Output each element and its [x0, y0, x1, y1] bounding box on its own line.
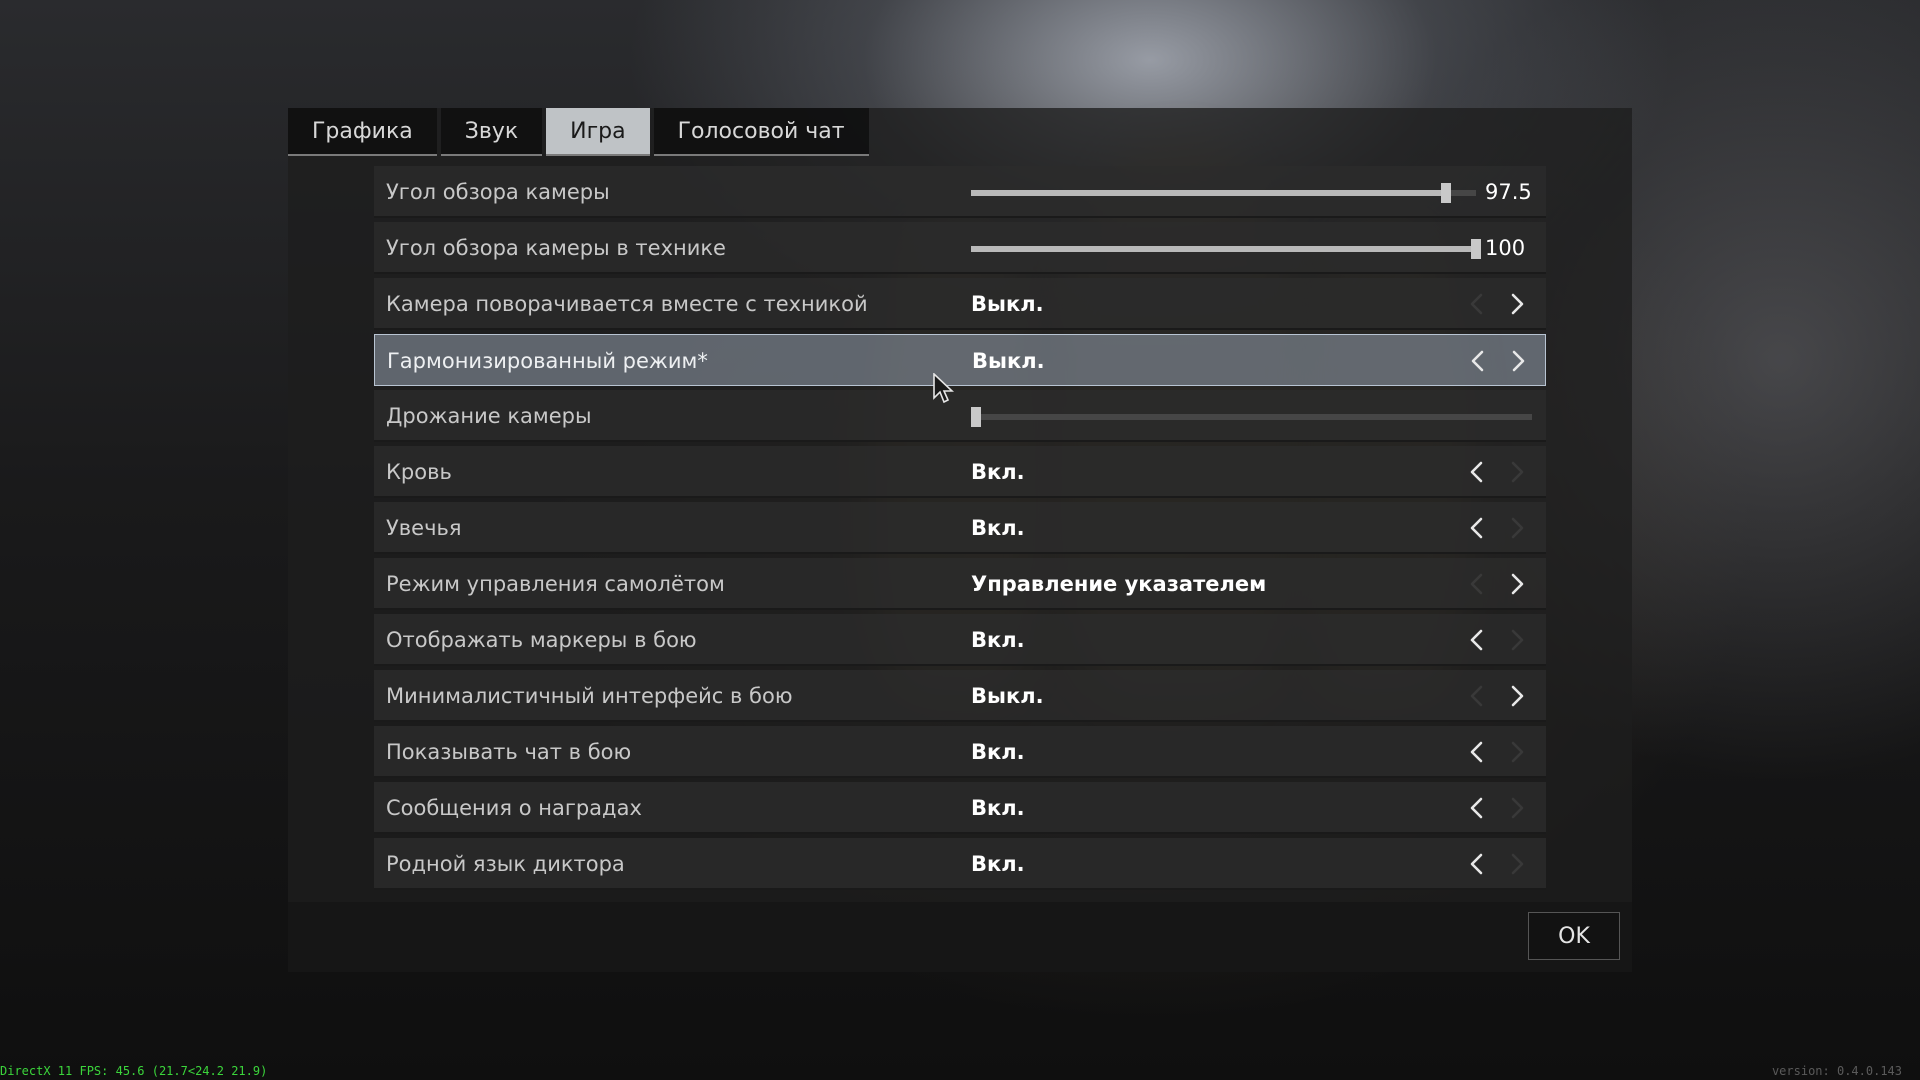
- setting-row[interactable]: Показывать чат в бою Вкл.: [374, 726, 1546, 778]
- setting-label: Сообщения о наградах: [386, 796, 642, 820]
- setting-label: Угол обзора камеры: [386, 180, 610, 204]
- chevron-right-icon[interactable]: [1504, 739, 1530, 765]
- tab-1[interactable]: Звук: [440, 108, 543, 156]
- chevron-right-icon[interactable]: [1504, 291, 1530, 317]
- setting-value: Вкл.: [971, 516, 1025, 540]
- chevron-left-icon[interactable]: [1464, 683, 1490, 709]
- setting-row[interactable]: Гармонизированный режим* Выкл.: [374, 334, 1546, 386]
- fps-counter: DirectX 11 FPS: 45.6 (21.7<24.2 21.9): [0, 1064, 268, 1078]
- chevron-right-icon[interactable]: [1504, 627, 1530, 653]
- setting-value: Вкл.: [971, 460, 1025, 484]
- slider-thumb[interactable]: [1471, 239, 1481, 259]
- setting-value: Выкл.: [971, 684, 1044, 708]
- chevron-right-icon[interactable]: [1504, 515, 1530, 541]
- slider-fill: [971, 246, 1476, 252]
- setting-label: Показывать чат в бою: [386, 740, 632, 764]
- chevron-left-icon[interactable]: [1464, 571, 1490, 597]
- setting-label: Увечья: [386, 516, 462, 540]
- setting-row[interactable]: Угол обзора камеры в технике 100: [374, 222, 1546, 274]
- setting-value: Вкл.: [971, 628, 1025, 652]
- setting-label: Отображать маркеры в бою: [386, 628, 697, 652]
- setting-label: Кровь: [386, 460, 452, 484]
- setting-row[interactable]: Угол обзора камеры 97.5: [374, 166, 1546, 218]
- setting-slider[interactable]: [971, 183, 1476, 203]
- setting-slider[interactable]: [971, 239, 1481, 259]
- slider-thumb[interactable]: [1440, 183, 1451, 203]
- slider-fill: [971, 190, 1446, 196]
- setting-row[interactable]: Минималистичный интерфейс в бою Выкл.: [374, 670, 1546, 722]
- chevron-left-icon[interactable]: [1464, 291, 1490, 317]
- setting-label: Родной язык диктора: [386, 852, 625, 876]
- chevron-right-icon[interactable]: [1504, 851, 1530, 877]
- setting-row[interactable]: Кровь Вкл.: [374, 446, 1546, 498]
- setting-value: Выкл.: [972, 349, 1045, 373]
- setting-slider[interactable]: [971, 407, 1532, 427]
- chevron-right-icon[interactable]: [1504, 795, 1530, 821]
- version-label: version: 0.4.0.143: [1771, 1064, 1902, 1078]
- chevron-left-icon[interactable]: [1464, 515, 1490, 541]
- setting-label: Угол обзора камеры в технике: [386, 236, 726, 260]
- chevron-right-icon[interactable]: [1505, 348, 1531, 374]
- setting-label: Минималистичный интерфейс в бою: [386, 684, 793, 708]
- tab-0[interactable]: Графика: [288, 108, 437, 156]
- chevron-left-icon[interactable]: [1465, 348, 1491, 374]
- tab-2[interactable]: Игра: [546, 108, 650, 156]
- settings-footer: OK: [288, 902, 1632, 972]
- game-settings-list: Угол обзора камеры 97.5 Угол обзора камеры…: [374, 166, 1546, 894]
- setting-row[interactable]: Сообщения о наградах Вкл.: [374, 782, 1546, 834]
- setting-value: Управление указателем: [971, 572, 1267, 596]
- slider-value: 97.5: [1485, 180, 1532, 204]
- setting-row[interactable]: Родной язык диктора Вкл.: [374, 838, 1546, 890]
- setting-value: Вкл.: [971, 740, 1025, 764]
- slider-value: 100: [1485, 236, 1526, 260]
- settings-tabs: Графика Звук Игра Голосовой чат: [288, 108, 869, 156]
- ok-button[interactable]: OK: [1528, 912, 1620, 960]
- setting-label: Дрожание камеры: [386, 404, 592, 428]
- setting-row[interactable]: Камера поворачивается вместе с техникой В…: [374, 278, 1546, 330]
- chevron-right-icon[interactable]: [1504, 571, 1530, 597]
- chevron-left-icon[interactable]: [1464, 627, 1490, 653]
- setting-row[interactable]: Режим управления самолётом Управление ука…: [374, 558, 1546, 610]
- chevron-right-icon[interactable]: [1504, 459, 1530, 485]
- setting-value: Вкл.: [971, 796, 1025, 820]
- setting-value: Вкл.: [971, 852, 1025, 876]
- setting-label: Камера поворачивается вместе с техникой: [386, 292, 868, 316]
- setting-row[interactable]: Увечья Вкл.: [374, 502, 1546, 554]
- chevron-left-icon[interactable]: [1464, 739, 1490, 765]
- chevron-left-icon[interactable]: [1464, 459, 1490, 485]
- setting-label: Гармонизированный режим*: [387, 349, 708, 373]
- mouse-cursor-icon: [933, 373, 955, 404]
- chevron-right-icon[interactable]: [1504, 683, 1530, 709]
- chevron-left-icon[interactable]: [1464, 795, 1490, 821]
- setting-label: Режим управления самолётом: [386, 572, 725, 596]
- setting-row[interactable]: Дрожание камеры: [374, 390, 1546, 442]
- chevron-left-icon[interactable]: [1464, 851, 1490, 877]
- tab-3[interactable]: Голосовой чат: [653, 108, 869, 156]
- slider-thumb[interactable]: [971, 407, 981, 427]
- setting-value: Выкл.: [971, 292, 1044, 316]
- setting-row[interactable]: Отображать маркеры в бою Вкл.: [374, 614, 1546, 666]
